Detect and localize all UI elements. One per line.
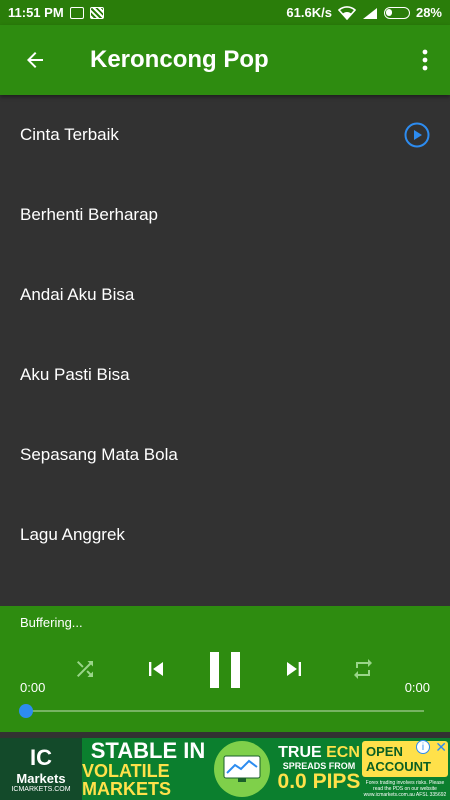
song-item[interactable]: Cinta Terbaik: [0, 95, 450, 175]
shuffle-button[interactable]: [70, 654, 100, 684]
pause-button[interactable]: [205, 648, 245, 692]
network-speed: 61.6K/s: [286, 5, 332, 20]
chart-icon: [223, 755, 261, 782]
ad-logo-url: ICMARKETS.COM: [11, 786, 71, 793]
ad-close-icon[interactable]: ✕: [435, 739, 447, 756]
ad-logo-markets: Markets: [16, 771, 66, 786]
song-item[interactable]: Berhenti Berharap: [0, 175, 450, 255]
repeat-button[interactable]: [348, 654, 378, 684]
ad-logo-ic: IC: [30, 745, 52, 770]
status-bar: 11:51 PM 61.6K/s 28%: [0, 0, 450, 25]
signal-icon: [362, 7, 377, 19]
song-title: Andai Aku Bisa: [20, 285, 135, 304]
notification-icon: [69, 6, 84, 19]
song-title: Cinta Terbaik: [20, 125, 119, 144]
ad-ecn-text: TRUE ECN SPREADS FROM 0.0 PIPS: [276, 743, 362, 794]
seek-bar[interactable]: [19, 704, 424, 718]
ad-chart-graphic: [214, 741, 270, 797]
ad-info-icon[interactable]: i: [416, 740, 430, 754]
more-vert-icon: [422, 49, 428, 71]
ad-right-1a: TRUE: [278, 743, 327, 761]
ad-right-1b: ECN: [326, 743, 360, 761]
buffering-status: Buffering...: [20, 615, 83, 630]
ad-headline-2: VOLATILE MARKETS: [82, 761, 171, 799]
play-circle-icon[interactable]: [404, 122, 430, 148]
song-item[interactable]: Aku Pasti Bisa: [0, 335, 450, 415]
total-time: 0:00: [404, 680, 430, 695]
player-controls: [0, 642, 450, 702]
seek-thumb[interactable]: [19, 704, 33, 718]
page-title: Keroncong Pop: [90, 46, 269, 73]
app-notification-icon: [89, 6, 104, 19]
ad-headline-1: STABLE IN: [90, 738, 206, 763]
song-title: Berhenti Berharap: [20, 205, 158, 224]
status-time: 11:51 PM: [8, 5, 64, 20]
battery-icon: [383, 6, 410, 19]
song-list: Cinta Terbaik Berhenti Berharap Andai Ak…: [0, 95, 450, 605]
ad-headline: STABLE IN VOLATILE MARKETS: [82, 738, 214, 799]
more-options-button[interactable]: [400, 25, 450, 95]
repeat-icon: [354, 659, 372, 679]
ad-fine-print: Forex trading involves risks. Please rea…: [363, 779, 447, 798]
wifi-icon: [337, 5, 356, 20]
shuffle-icon: [77, 661, 93, 677]
song-item[interactable]: Andai Aku Bisa: [0, 255, 450, 335]
player-panel: Buffering... 0:00 0:00: [0, 606, 450, 732]
song-title: Lagu Anggrek: [20, 525, 125, 544]
ad-banner[interactable]: IC Markets ICMARKETS.COM STABLE IN VOLAT…: [0, 738, 450, 800]
current-time: 0:00: [20, 680, 46, 695]
song-item[interactable]: Sepasang Mata Bola: [0, 415, 450, 495]
song-title: Aku Pasti Bisa: [20, 365, 130, 384]
battery-percent: 28%: [415, 5, 442, 20]
arrow-left-icon: [27, 52, 43, 68]
skip-next-icon: [287, 662, 301, 676]
back-button[interactable]: [0, 25, 70, 95]
app-bar: Keroncong Pop: [0, 25, 450, 95]
next-button[interactable]: [278, 652, 310, 686]
song-title: Sepasang Mata Bola: [20, 445, 178, 464]
previous-button[interactable]: [140, 652, 172, 686]
ad-logo: IC Markets ICMARKETS.COM: [0, 738, 82, 800]
song-item[interactable]: Lagu Anggrek: [0, 495, 450, 575]
ad-right-3: 0.0 PIPS: [277, 770, 361, 794]
skip-previous-icon: [149, 662, 163, 676]
pause-icon: [210, 652, 240, 688]
